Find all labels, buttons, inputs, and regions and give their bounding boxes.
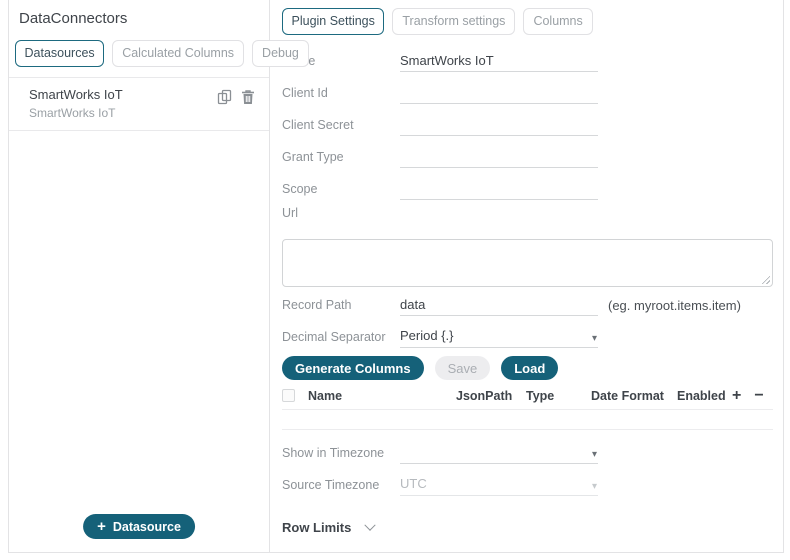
caret-down-icon[interactable]: ▾: [592, 334, 597, 344]
client-id-row: Client Id: [282, 72, 783, 104]
tab-datasources[interactable]: Datasources: [15, 40, 105, 67]
column-header-date-format: Date Format: [591, 388, 664, 403]
column-header-enabled: Enabled: [677, 388, 726, 403]
decimal-separator-value: Period {.}: [400, 328, 454, 343]
client-secret-input[interactable]: [400, 116, 598, 135]
datasource-item-actions: [217, 89, 255, 105]
page-title: DataConnectors: [19, 10, 128, 27]
select-all-checkbox[interactable]: [282, 389, 295, 402]
name-input[interactable]: [400, 52, 598, 71]
plugin-settings-panel: Plugin Settings Transform settings Colum…: [270, 0, 783, 552]
tab-transform-settings[interactable]: Transform settings: [392, 8, 516, 35]
show-in-timezone-value: [400, 444, 598, 463]
plus-icon: +: [97, 518, 106, 535]
data-connectors-window: DataConnectors Datasources Calculated Co…: [8, 0, 784, 553]
scope-row: Scope: [282, 168, 783, 200]
datasource-item-subtitle: SmartWorks IoT: [29, 106, 116, 120]
column-header-jsonpath: JsonPath: [456, 388, 513, 403]
grant-type-input[interactable]: [400, 148, 598, 167]
sidebar: DataConnectors Datasources Calculated Co…: [9, 0, 309, 552]
record-path-row: Record Path (eg. myroot.items.item): [282, 287, 783, 316]
add-column-icon[interactable]: +: [732, 387, 741, 404]
client-id-input[interactable]: [400, 84, 598, 103]
sidebar-tabs: Datasources Calculated Columns Debug: [15, 40, 309, 67]
url-textarea[interactable]: [283, 240, 772, 286]
source-timezone-label: Source Timezone: [282, 478, 380, 492]
record-path-hint: (eg. myroot.items.item): [608, 298, 741, 313]
datasource-list-item[interactable]: SmartWorks IoT SmartWorks IoT: [9, 77, 269, 131]
columns-table-empty-row: [282, 409, 773, 430]
column-header-type: Type: [526, 388, 555, 403]
show-in-timezone-label: Show in Timezone: [282, 446, 385, 460]
chevron-down-icon: [364, 519, 377, 531]
row-limits-toggle[interactable]: Row Limits: [282, 519, 377, 535]
scope-label: Scope: [282, 182, 318, 196]
caret-down-icon[interactable]: ▾: [592, 450, 597, 460]
client-secret-label: Client Secret: [282, 118, 354, 132]
tab-calculated-columns[interactable]: Calculated Columns: [112, 40, 245, 67]
actions-row: Generate Columns Save Load: [282, 356, 783, 380]
scope-input[interactable]: [400, 180, 598, 199]
tab-plugin-settings[interactable]: Plugin Settings: [282, 8, 385, 35]
settings-tabs: Plugin Settings Transform settings Colum…: [282, 8, 783, 35]
name-row: Name: [282, 40, 783, 72]
caret-down-icon: ▾: [591, 481, 597, 492]
row-limits-label: Row Limits: [282, 520, 352, 535]
trash-icon[interactable]: [241, 89, 255, 105]
grant-type-row: Grant Type: [282, 136, 783, 168]
tab-debug[interactable]: Debug: [252, 40, 309, 67]
source-timezone-value: UTC: [400, 476, 427, 491]
plugin-settings-form: Name Client Id Client Secret Grant Type …: [282, 40, 783, 535]
url-label: Url: [282, 206, 298, 220]
url-textarea-wrap: [282, 239, 773, 287]
columns-table-header: Name JsonPath Type Date Format Enabled +…: [282, 387, 773, 404]
decimal-separator-select[interactable]: Period {.} ▾: [400, 328, 598, 348]
datasource-item-text: SmartWorks IoT SmartWorks IoT: [29, 87, 217, 120]
record-path-input[interactable]: [400, 296, 598, 315]
record-path-label: Record Path: [282, 298, 352, 312]
generate-columns-button[interactable]: Generate Columns: [282, 356, 424, 380]
save-button[interactable]: Save: [434, 356, 491, 380]
show-in-timezone-row: Show in Timezone ▾: [282, 430, 783, 464]
datasource-item-title: SmartWorks IoT: [29, 87, 123, 102]
add-datasource-label: Datasource: [112, 519, 181, 534]
grant-type-label: Grant Type: [282, 150, 344, 164]
timezone-block: Show in Timezone ▾ Source Timezone UTC ▾: [282, 430, 783, 496]
copy-icon[interactable]: [217, 89, 232, 105]
client-id-label: Client Id: [282, 86, 328, 100]
load-button[interactable]: Load: [501, 356, 559, 380]
client-secret-row: Client Secret: [282, 104, 783, 136]
column-header-name: Name: [308, 388, 343, 403]
source-timezone-row: Source Timezone UTC ▾: [282, 464, 783, 496]
tab-columns[interactable]: Columns: [523, 8, 593, 35]
decimal-separator-label: Decimal Separator: [282, 330, 386, 344]
url-label-row: Url: [282, 200, 783, 224]
show-in-timezone-select[interactable]: ▾: [400, 444, 598, 464]
source-timezone-select: UTC ▾: [400, 476, 598, 496]
decimal-separator-row: Decimal Separator Period {.} ▾: [282, 316, 783, 348]
add-datasource-button[interactable]: + Datasource: [83, 514, 195, 539]
remove-column-icon[interactable]: −: [754, 387, 763, 404]
